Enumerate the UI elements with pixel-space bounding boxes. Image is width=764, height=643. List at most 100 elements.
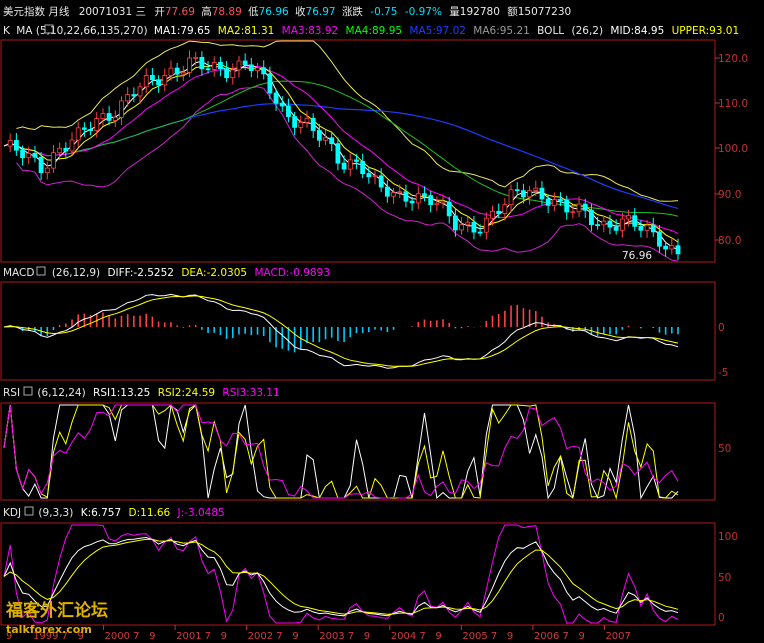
candle xyxy=(650,217,656,237)
macd-dea: DEA:-2.0305 xyxy=(181,267,247,279)
x-tick-label: 2007 xyxy=(605,631,630,642)
boll-label: BOLL xyxy=(537,25,564,37)
macd-panel-frame[interactable] xyxy=(0,281,716,381)
svg-text:K MA (5,10,22,66,135,2: K MA (5,10,22,66,135,270) MA1:79.65 MA2:… xyxy=(3,25,739,37)
candle-body xyxy=(298,122,304,128)
boll-mid: MID:84.95 xyxy=(610,25,664,37)
y-tick-label: 50 xyxy=(718,572,731,584)
candle-body xyxy=(248,64,254,72)
candle-body xyxy=(279,102,285,107)
candle xyxy=(13,133,19,156)
x-subtick-label: 7 xyxy=(276,631,282,642)
candle-body xyxy=(341,162,347,170)
candle xyxy=(75,121,81,148)
y-tick-label: 0 xyxy=(718,322,725,334)
candle-body xyxy=(261,67,267,75)
candle-body xyxy=(26,152,32,159)
candle-body xyxy=(422,193,427,196)
rsi-label: RSI xyxy=(3,387,20,399)
kdj-k-value: K:6.757 xyxy=(81,507,121,519)
x-subtick-label: 9 xyxy=(364,631,370,642)
candle-body xyxy=(607,220,613,228)
candle xyxy=(428,191,434,213)
y-tick-label: 120.0 xyxy=(718,53,748,65)
rsi-collapse-icon[interactable] xyxy=(23,386,33,396)
candle xyxy=(551,192,557,212)
candle xyxy=(323,130,328,145)
candle-body xyxy=(63,147,69,152)
change-value: -0.75 xyxy=(370,6,397,18)
chart-canvas[interactable]: 美元指数 月线 20071031 三 开77.69 高78.89 低76.96 … xyxy=(0,0,764,643)
volume-value: 192780 xyxy=(460,6,500,18)
chart-title: 美元指数 月线 xyxy=(3,5,70,18)
candle xyxy=(341,155,347,174)
candle xyxy=(230,63,236,85)
rsi-series xyxy=(3,403,679,500)
candle-body xyxy=(582,203,588,211)
candle-body xyxy=(657,231,662,247)
candle-body xyxy=(125,94,131,102)
x-tick-label: 2001 xyxy=(176,631,201,642)
candle-body xyxy=(137,86,143,97)
candle-body xyxy=(168,67,174,76)
x-subtick-label: 7 xyxy=(348,631,354,642)
candle xyxy=(669,238,675,255)
candlestick-series xyxy=(7,50,681,261)
volume-label: 量 xyxy=(449,6,460,18)
kdj-collapse-icon[interactable] xyxy=(24,506,34,516)
watermark-url: talkforex.com xyxy=(6,623,92,636)
candle xyxy=(224,60,230,83)
x-tick-label: 2002 xyxy=(248,631,273,642)
ma4-value: MA4:89.95 xyxy=(346,25,403,37)
rsi3-line xyxy=(3,404,679,499)
candle xyxy=(508,184,514,213)
main-y-axis: 120.0 110.0 100.0 90.0 80.0 xyxy=(715,53,748,247)
candle xyxy=(211,56,217,77)
candle xyxy=(51,144,56,173)
candle-body xyxy=(434,202,440,206)
candle-body xyxy=(7,140,13,147)
macd-collapse-icon[interactable] xyxy=(36,266,46,276)
low-value: 76.96 xyxy=(259,6,289,18)
candle-body xyxy=(286,105,291,117)
candle xyxy=(360,153,366,179)
candle-body xyxy=(81,127,87,130)
candle-body xyxy=(75,127,81,141)
candle xyxy=(180,65,186,82)
candle-body xyxy=(150,75,155,81)
x-subtick-label: 7 xyxy=(562,631,568,642)
candle xyxy=(100,108,106,127)
svg-text:MACD (26,12,9) DIFF:-2: MACD (26,12,9) DIFF:-2.5252 DEA:-2.0305 … xyxy=(3,267,330,279)
candle-body xyxy=(570,211,576,214)
amount-value: 15077230 xyxy=(518,6,571,18)
candle-body xyxy=(477,231,483,234)
candle-body xyxy=(650,224,656,233)
candle-body xyxy=(131,94,137,97)
candle-body xyxy=(143,75,149,88)
candle-body xyxy=(428,195,434,206)
last-price-label: 76.96 xyxy=(622,250,652,262)
candle-body xyxy=(88,129,93,132)
candle-body xyxy=(589,209,594,225)
candle xyxy=(218,56,223,77)
candle-body xyxy=(230,69,236,79)
candle xyxy=(632,207,638,231)
x-subtick-label: 7 xyxy=(133,631,139,642)
candle-body xyxy=(106,113,112,121)
ma-label: MA xyxy=(16,25,33,37)
candle-body xyxy=(483,217,489,233)
main-panel-frame[interactable] xyxy=(0,39,716,263)
macd-label: MACD xyxy=(3,267,34,279)
rsi-panel-frame[interactable] xyxy=(0,402,716,501)
ma1-value: MA1:79.65 xyxy=(154,25,211,37)
candle xyxy=(434,196,440,212)
candle xyxy=(545,194,551,214)
rsi2-line xyxy=(3,404,679,500)
high-value: 78.89 xyxy=(212,6,242,18)
candle-body xyxy=(619,218,625,231)
candle-body xyxy=(267,73,273,94)
candle-body xyxy=(576,203,582,213)
macd-y-axis: 0 -5 xyxy=(718,322,728,379)
candle xyxy=(335,137,341,171)
x-subtick-label: 9 xyxy=(578,631,584,642)
